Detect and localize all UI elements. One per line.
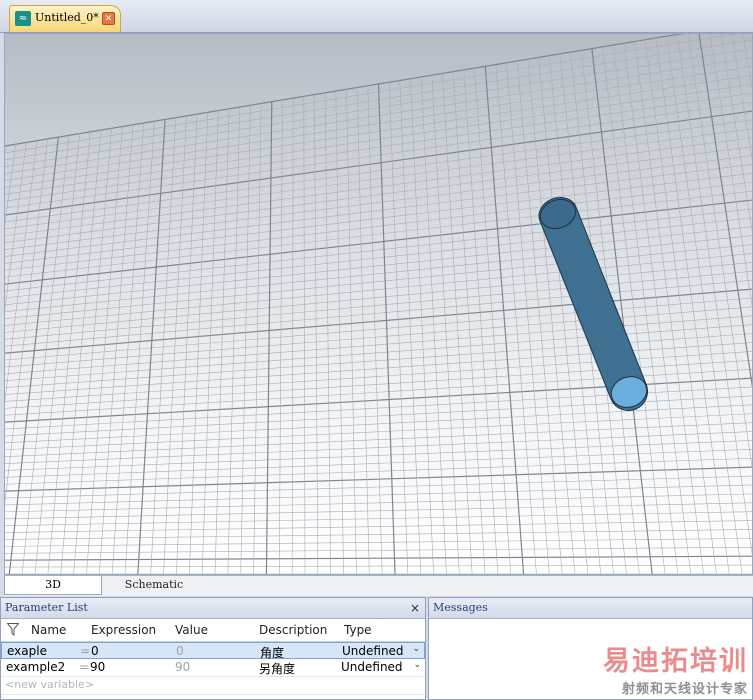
parameter-list-title-text: Parameter List [5,601,88,614]
grid-line [8,137,59,574]
grid-line [5,235,752,312]
filter-icon[interactable] [7,623,19,636]
grid-line [5,92,752,202]
grid-line [5,546,752,554]
grid-line [655,37,730,574]
grid-line [5,199,752,285]
grid-line [5,538,752,547]
close-icon[interactable]: ✕ [102,12,115,25]
new-variable-row[interactable]: <new variable> [1,677,425,695]
grid-line [5,48,752,168]
tab-schematic[interactable]: Schematic [104,576,204,595]
grid-line [150,117,177,574]
parameter-list-title: Parameter List × [1,598,425,619]
grid-line [5,315,752,375]
column-header-value[interactable]: Value [175,623,208,637]
grid-line [5,262,752,333]
column-header-description[interactable]: Description [259,623,327,637]
new-variable-placeholder[interactable]: <new variable> [5,678,94,691]
grid-line [5,404,752,444]
grid-line [5,110,752,216]
grid-line [34,133,80,574]
grid-line [431,75,460,574]
grid-line [73,128,113,574]
view-tab-strip: 3D Schematic [4,575,753,596]
parameter-list-panel: Parameter List × Name Expression Value D… [0,597,426,700]
param-type[interactable]: Undefined [342,644,404,658]
param-equals: = [80,644,91,658]
messages-title: Messages [429,598,752,619]
watermark-line2: 射频和天线设计专家 [621,682,748,697]
chevron-down-icon[interactable]: ⌄ [413,660,421,670]
grid-line [5,555,752,561]
param-name[interactable]: exaple [7,644,47,658]
param-description[interactable]: 另角度 [259,660,295,677]
table-row[interactable]: example2 = 90 90 另角度 Undefined ⌄ [1,659,425,677]
param-expression[interactable]: 90 [90,660,105,674]
grid-line [506,62,550,574]
param-expression[interactable]: 0 [91,644,99,658]
document-tab-bar: ≈ Untitled_0* ✕ [0,0,753,33]
working-plane-grid [5,34,752,574]
3d-viewport[interactable] [4,33,753,575]
column-header-name[interactable]: Name [31,623,66,637]
grid-line [484,66,525,574]
app-waves-icon: ≈ [15,11,31,26]
chevron-down-icon[interactable]: ⌄ [412,644,420,654]
grid-line [742,34,752,91]
grid-line [623,43,692,574]
messages-panel: Messages 易迪拓培训 射频和天线设计专家 [428,597,753,700]
grid-line [5,217,752,299]
column-header-type[interactable]: Type [344,623,372,637]
grid-line [5,564,752,568]
grid-line [634,41,704,574]
document-tab-title: Untitled_0* [35,11,99,24]
grid-line [420,76,447,574]
grid-line [677,34,752,556]
tab-3d[interactable]: 3D [4,576,102,595]
grid-line [5,138,48,504]
param-equals: = [79,660,90,674]
grid-line [21,135,70,574]
document-tab[interactable]: ≈ Untitled_0* ✕ [9,5,121,32]
close-icon[interactable]: × [410,598,420,618]
grid-line [442,73,473,574]
messages-title-text: Messages [433,601,488,614]
grid-line [5,511,752,526]
column-header-expression[interactable]: Expression [91,623,156,637]
grid-line [5,288,752,354]
param-type[interactable]: Undefined [341,660,403,674]
grid-line [495,64,537,574]
table-row[interactable]: exaple = 0 0 角度 Undefined ⌄ [1,642,425,660]
grid-line [60,130,102,574]
grid-line [5,57,752,174]
watermark-line1: 易迪拓培训 [603,646,748,677]
param-value: 90 [175,660,191,674]
grid-line [666,36,743,574]
grid-line [47,131,91,574]
watermark: 易迪拓培训 射频和天线设计专家 [603,639,748,697]
grid-line [5,128,752,230]
parameter-table-header: Name Expression Value Description Type [1,619,425,642]
param-value: 0 [176,644,184,658]
param-name[interactable]: example2 [6,660,65,674]
